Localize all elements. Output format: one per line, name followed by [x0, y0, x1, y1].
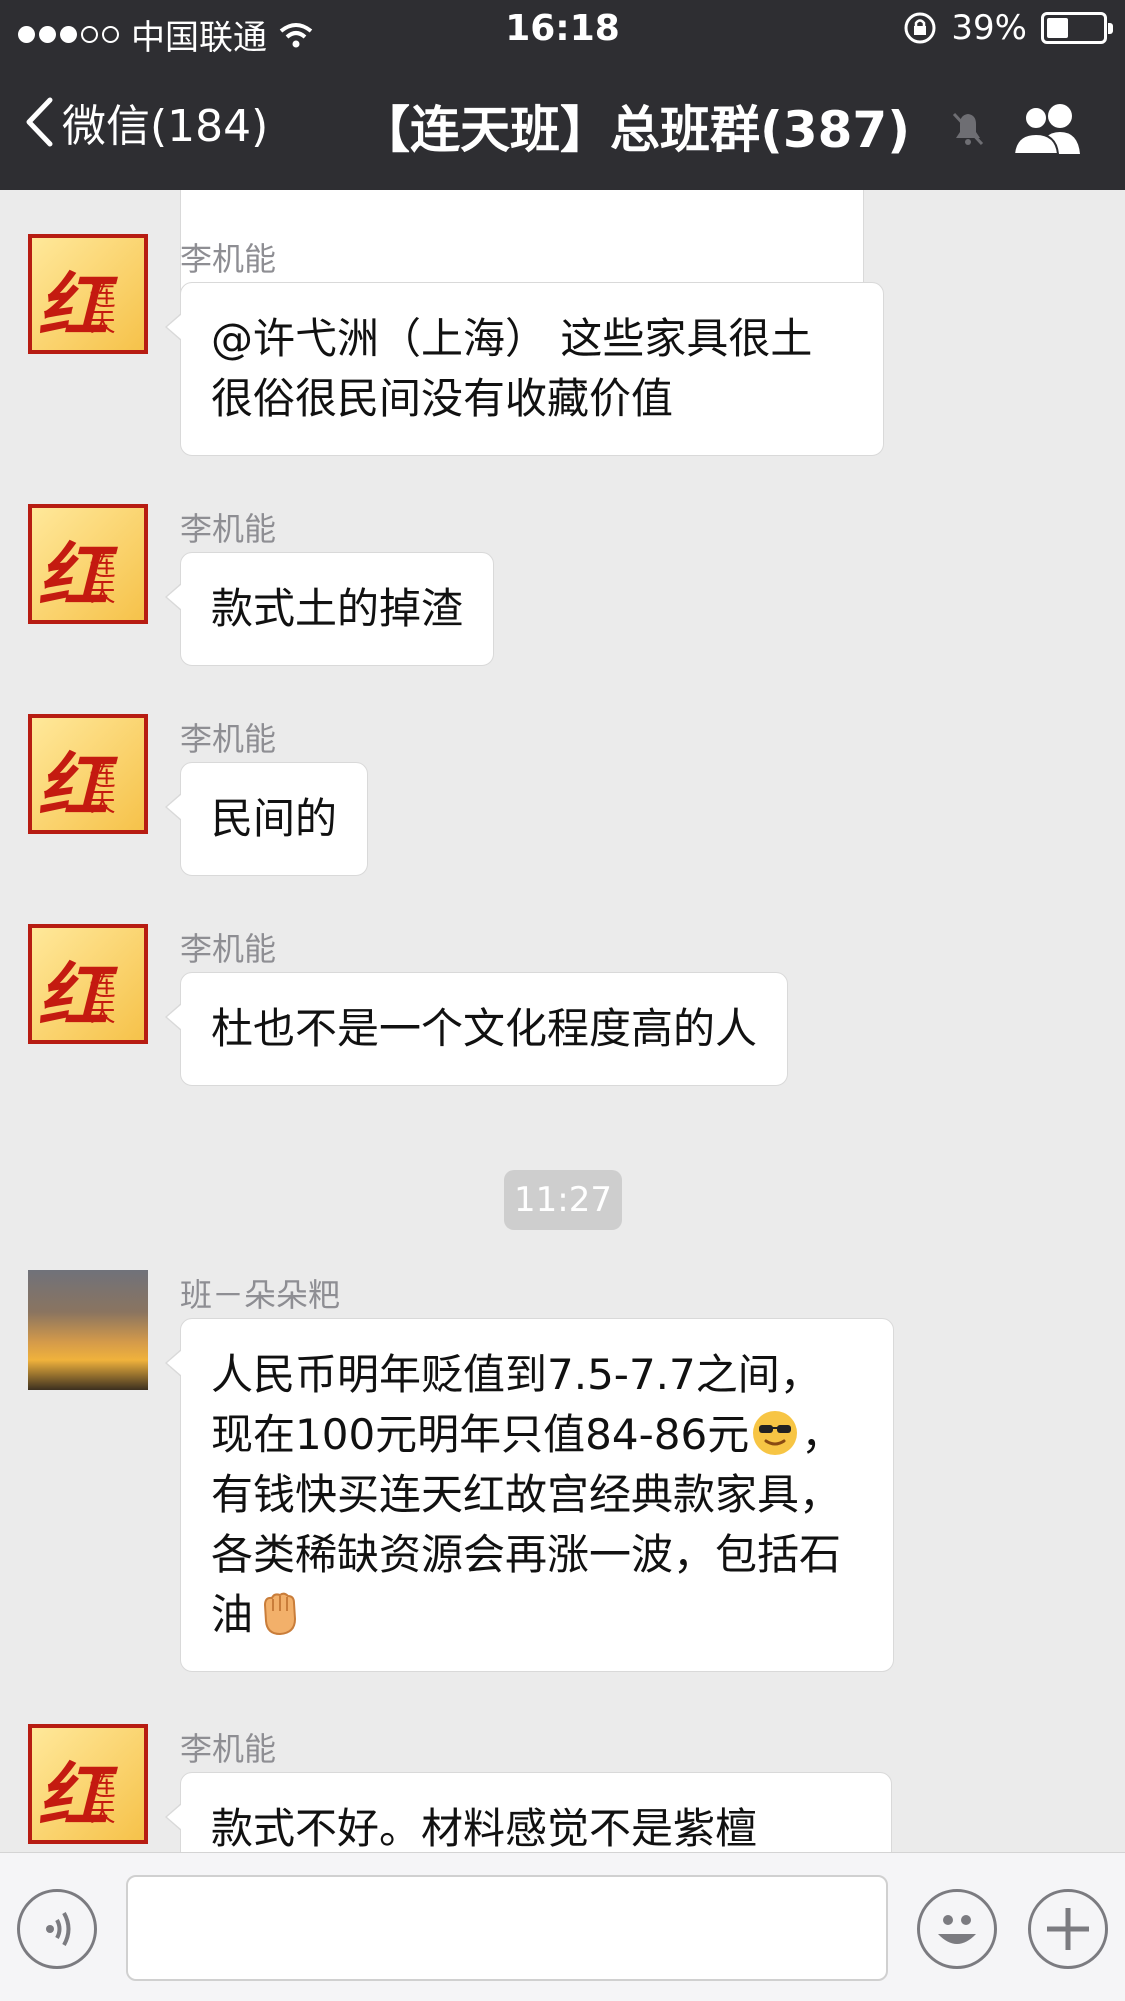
- orientation-lock-icon: [904, 12, 936, 44]
- sender-name: 李机能: [180, 1730, 277, 1768]
- battery-icon: [1041, 12, 1113, 44]
- input-bar: [0, 1852, 1125, 2001]
- sender-name: 李机能: [180, 930, 277, 968]
- bell-slash-icon: [952, 112, 984, 146]
- svg-text:连天: 连天: [85, 552, 115, 604]
- sunglasses-emoji-icon: [753, 1411, 798, 1455]
- message-text: 人民币明年贬值到7.5-7.7之间，现在100元明年只值84-86元: [211, 1350, 822, 1459]
- chevron-left-icon: [26, 97, 53, 147]
- message-text: 款式土的掉渣: [211, 584, 464, 633]
- sender-name: 李机能: [180, 720, 277, 758]
- message-bubble[interactable]: 款式土的掉渣: [164, 552, 495, 666]
- sender-avatar[interactable]: [28, 1270, 148, 1390]
- message-text: 民间的: [211, 794, 338, 843]
- svg-text:连天: 连天: [85, 1772, 115, 1824]
- sender-avatar[interactable]: 红 连天: [28, 714, 148, 834]
- chat-area[interactable]: 红 连天 李机能 @许弋洲（上海） 这些家具很土很俗很民间没有收藏价值 红 连天…: [0, 190, 1125, 1852]
- plus-icon: [1047, 1908, 1089, 1950]
- voice-button[interactable]: [17, 1889, 97, 1969]
- svg-text:连天: 连天: [85, 282, 115, 334]
- sender-name: 班－朵朵粑: [180, 1276, 341, 1314]
- nav-bar: 微信(184) 【连天班】总班群(387): [0, 60, 1125, 190]
- add-button[interactable]: [1028, 1889, 1108, 1969]
- sender-avatar[interactable]: 红 连天: [28, 234, 148, 354]
- message-text: 杜也不是一个文化程度高的人: [211, 1004, 758, 1053]
- back-label: 微信(184): [62, 101, 269, 152]
- message-text: @许弋洲（上海） 这些家具很土很俗很民间没有收藏价值: [211, 314, 813, 423]
- voice-icon: [46, 1912, 71, 1946]
- message-bubble[interactable]: 人民币明年贬值到7.5-7.7之间，现在100元明年只值84-86元 ，有钱快买…: [165, 1318, 894, 1672]
- back-button[interactable]: 微信(184): [24, 90, 268, 154]
- message-input[interactable]: [126, 1875, 888, 1981]
- message-bubble[interactable]: 款式不好。材料感觉不是紫檀: [165, 1772, 892, 1852]
- sender-avatar[interactable]: 红 连天: [28, 504, 148, 624]
- svg-text:连天: 连天: [85, 762, 115, 814]
- battery-level: [1047, 18, 1068, 38]
- message-bubble[interactable]: 民间的: [164, 762, 369, 876]
- sender-name: 李机能: [180, 240, 277, 278]
- message-bubble[interactable]: @许弋洲（上海） 这些家具很土很俗很民间没有收藏价值: [165, 282, 884, 456]
- fist-emoji-icon: [264, 1592, 297, 1636]
- message-text: 款式不好。材料感觉不是紫檀: [211, 1804, 758, 1852]
- status-bar: 中国联通 16:18 39%: [0, 0, 1125, 60]
- svg-text:连天: 连天: [85, 972, 115, 1024]
- group-members-icon[interactable]: [1012, 100, 1088, 156]
- emoji-icon: [938, 1915, 976, 1944]
- sender-name: 李机能: [180, 510, 277, 548]
- message-bubble[interactable]: 杜也不是一个文化程度高的人: [164, 972, 789, 1086]
- chat-title: 【连天班】总班群(387): [360, 101, 911, 159]
- emoji-button[interactable]: [917, 1889, 997, 1969]
- timestamp-badge: 11:27: [504, 1170, 622, 1230]
- sender-avatar[interactable]: 红 连天: [28, 1724, 148, 1844]
- battery-percent: 39%: [951, 8, 1027, 48]
- status-right: 39%: [903, 8, 1113, 48]
- sender-avatar[interactable]: 红 连天: [28, 924, 148, 1044]
